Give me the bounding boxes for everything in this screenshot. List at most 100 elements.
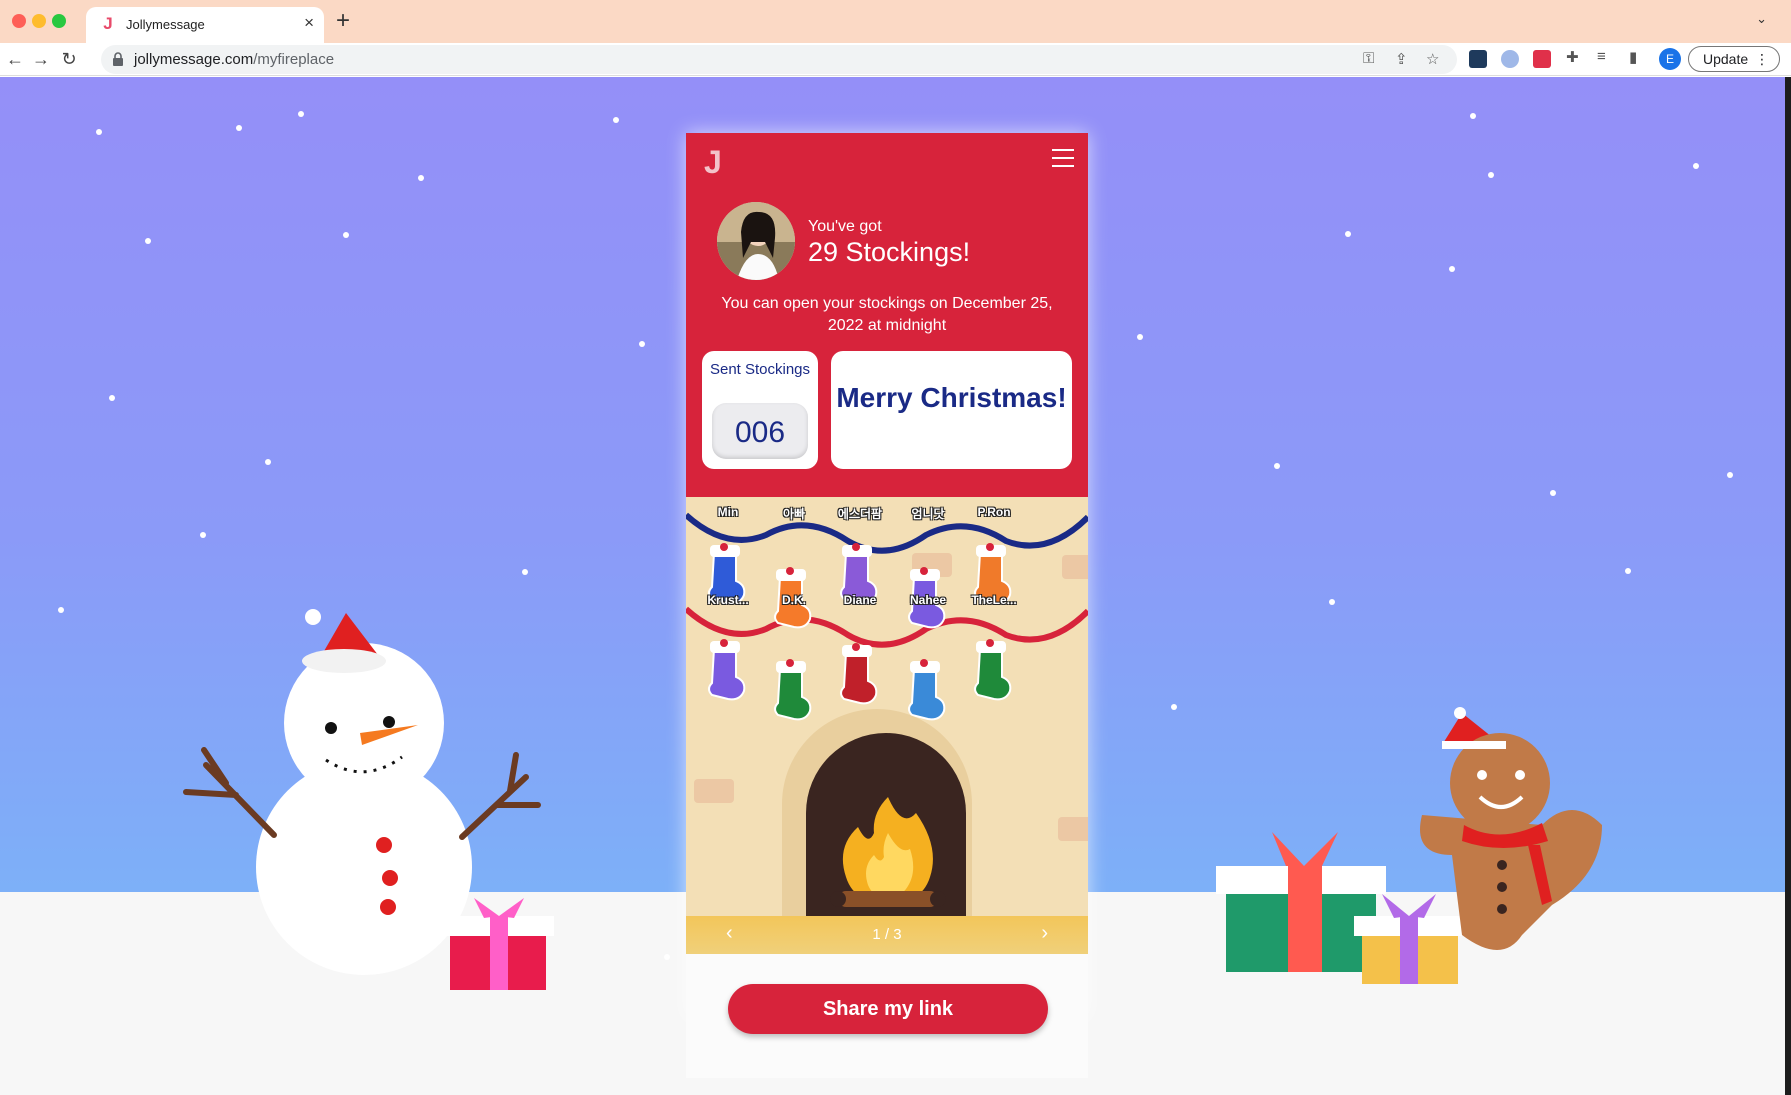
key-icon[interactable]: ⚿: [1363, 50, 1374, 67]
snowflake: [200, 532, 206, 538]
tab-title: Jollymessage: [126, 17, 205, 32]
stocking-name-label: Diane: [843, 593, 877, 607]
stocking-icon[interactable]: [902, 657, 954, 723]
update-label: Update: [1703, 51, 1749, 67]
stocking-icon[interactable]: [834, 641, 886, 707]
stockings-count-heading: 29 Stockings!: [808, 237, 971, 267]
snowflake: [1329, 599, 1335, 605]
snowflake: [1693, 163, 1699, 169]
maximize-window-button[interactable]: [52, 14, 66, 28]
jollymessage-logo[interactable]: J: [704, 146, 722, 178]
stocking-name-label: Nahee: [909, 593, 947, 607]
browser-toolbar: ← → ↻ jollymessage.com/myfireplace ⚿ ⇪ ☆…: [0, 43, 1791, 76]
stocking-name-label: Krust...: [707, 593, 749, 607]
stocking-name-label: D.K.: [782, 593, 806, 607]
card-header: J You've got 29 Stockings! You can open …: [686, 133, 1088, 497]
got-label: You've got: [808, 218, 882, 235]
profile-avatar[interactable]: E: [1659, 48, 1681, 70]
url-text: jollymessage.com/myfireplace: [134, 51, 334, 68]
snowflake: [145, 238, 151, 244]
stocking-name-label: 아빠: [782, 507, 806, 521]
snowflake: [639, 341, 645, 347]
share-link-button[interactable]: Share my link: [728, 984, 1048, 1034]
close-window-button[interactable]: [12, 14, 26, 28]
browser-tab-strip: J Jollymessage × + ⌄: [0, 0, 1791, 43]
snowflake: [298, 111, 304, 117]
gift-box-pink-illustration: [442, 898, 554, 990]
snowflake: [109, 395, 115, 401]
snowflake: [1625, 568, 1631, 574]
media-queue-icon[interactable]: ≡: [1597, 48, 1606, 65]
sent-stockings-card[interactable]: Sent Stockings 006: [702, 351, 818, 469]
sent-count-box: 006: [712, 403, 808, 459]
tab-search-chevron-icon[interactable]: ⌄: [1756, 11, 1767, 27]
sent-stockings-count: 006: [734, 416, 786, 449]
brick: [1062, 555, 1088, 579]
snowflake: [236, 125, 242, 131]
stocking-name-label: 엄니닷: [911, 507, 945, 521]
snowflake: [418, 175, 424, 181]
snowflake: [1727, 472, 1733, 478]
fireplace-pager: ‹ 1 / 3 ›: [686, 916, 1088, 954]
fire-icon: [830, 797, 946, 907]
fireplace-scene: Min 아빠 에스더팜 엄니닷 P.Ron Krust... D.K. Diane Nahee T…: [686, 497, 1088, 916]
stocking-icon[interactable]: [768, 657, 820, 723]
bookmark-star-icon[interactable]: ☆: [1426, 50, 1439, 68]
snowflake: [58, 607, 64, 613]
share-icon[interactable]: ⇪: [1395, 50, 1408, 68]
snowflake: [265, 459, 271, 465]
side-panel-icon[interactable]: ▮: [1629, 48, 1637, 66]
new-tab-icon[interactable]: +: [336, 8, 350, 34]
sent-stockings-label: Sent Stockings: [709, 361, 811, 378]
stocking-name-label: P.Ron: [977, 505, 1011, 519]
update-button[interactable]: Update ⋮: [1688, 46, 1780, 72]
puzzle-extensions-icon[interactable]: ✚: [1566, 48, 1579, 66]
page-indicator: 1 / 3: [872, 926, 902, 943]
snowflake: [96, 129, 102, 135]
brick: [1058, 817, 1088, 841]
forward-arrow-icon[interactable]: →: [28, 46, 54, 72]
extension-circle-icon[interactable]: [1501, 50, 1519, 68]
back-arrow-icon[interactable]: ←: [2, 46, 28, 72]
extension-play-icon[interactable]: [1533, 50, 1551, 68]
page-background: J You've got 29 Stockings! You can open …: [0, 77, 1785, 1095]
snowflake: [522, 569, 528, 575]
stocking-icon[interactable]: [702, 637, 754, 703]
more-vert-icon: ⋮: [1755, 51, 1769, 67]
fireplace-card: J You've got 29 Stockings! You can open …: [686, 133, 1088, 1078]
card-footer: Share my link: [686, 954, 1088, 1078]
close-tab-icon[interactable]: ×: [304, 14, 314, 32]
snowflake: [343, 232, 349, 238]
scrollbar-track[interactable]: [1785, 77, 1791, 1095]
address-bar[interactable]: jollymessage.com/myfireplace ⚿ ⇪ ☆: [101, 45, 1457, 74]
stocking-name-label: Min: [717, 505, 739, 519]
brick: [694, 779, 734, 803]
lock-icon: [113, 52, 123, 66]
hamburger-menu-icon[interactable]: [1052, 149, 1074, 167]
browser-tab[interactable]: J Jollymessage ×: [86, 7, 324, 43]
snowflake: [1488, 172, 1494, 178]
avatar-photo: [717, 202, 795, 280]
favicon-icon: J: [103, 14, 113, 33]
extension-react-icon[interactable]: [1469, 50, 1487, 68]
snowflake: [664, 954, 670, 960]
gingerbread-man-illustration: [1420, 707, 1602, 950]
url-host: jollymessage.com: [134, 51, 254, 68]
open-date-note: You can open your stockings on December …: [721, 295, 1053, 334]
reload-icon[interactable]: ↻: [56, 46, 82, 72]
next-page-chevron-icon[interactable]: ›: [1041, 922, 1048, 945]
snowflake: [1274, 463, 1280, 469]
user-avatar: [717, 202, 795, 280]
snowflake: [1449, 266, 1455, 272]
snowflake: [1137, 334, 1143, 340]
greeting-card: Merry Christmas!: [831, 351, 1072, 469]
minimize-window-button[interactable]: [32, 14, 46, 28]
url-path: /myfireplace: [253, 51, 335, 68]
stocking-name-label: TheLe...: [971, 593, 1017, 607]
snowflake: [1550, 490, 1556, 496]
snowflake: [613, 117, 619, 123]
stocking-name-label: 에스더팜: [837, 507, 883, 521]
greeting-text: Merry Christmas!: [836, 382, 1067, 413]
stocking-icon[interactable]: [968, 637, 1020, 703]
snowflake: [1345, 231, 1351, 237]
